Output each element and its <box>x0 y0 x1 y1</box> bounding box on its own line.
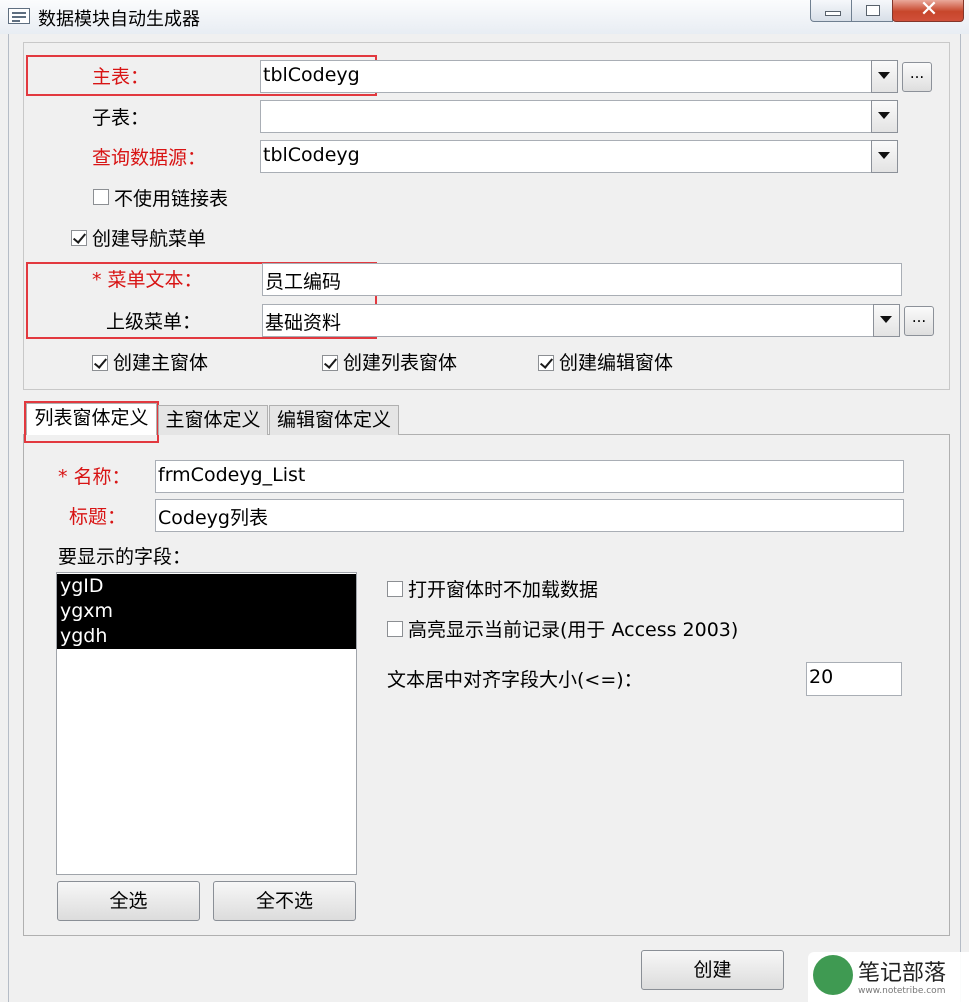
list-item[interactable]: ygID <box>57 574 356 599</box>
list-item[interactable]: ygxm <box>57 599 356 624</box>
select-none-button[interactable]: 全不选 <box>213 881 356 921</box>
highlight-record-label: 高亮显示当前记录(用于 Access 2003) <box>408 619 739 641</box>
pen-icon <box>813 955 853 995</box>
tab-edit-form[interactable]: 编辑窗体定义 <box>269 405 399 435</box>
highlight-list-tab <box>24 401 159 443</box>
parent-menu-label: 上级菜单： <box>106 311 202 333</box>
parent-menu-combo[interactable]: 基础资料 <box>262 304 874 337</box>
app-icon <box>8 8 30 24</box>
tab-main-form[interactable]: 主窗体定义 <box>158 405 268 435</box>
query-source-dropdown-icon[interactable] <box>871 140 898 173</box>
no-load-data-checkbox[interactable] <box>387 581 403 597</box>
main-table-label: 主表： <box>92 66 150 88</box>
minimize-button[interactable] <box>810 0 852 22</box>
close-icon: ✕ <box>919 0 939 22</box>
create-edit-form-checkbox[interactable] <box>538 355 554 371</box>
fields-label: 要显示的字段： <box>58 546 192 568</box>
create-button[interactable]: 创建 <box>641 950 784 990</box>
sub-table-label: 子表： <box>92 107 150 129</box>
parent-menu-dropdown-icon[interactable] <box>873 304 900 337</box>
minimize-icon <box>825 11 841 16</box>
list-item[interactable]: ygdh <box>57 624 356 649</box>
query-source-combo[interactable]: tblCodeyg <box>260 140 872 173</box>
form-caption-input[interactable]: Codeyg列表 <box>155 499 904 532</box>
form-caption-label: 标题： <box>69 506 127 528</box>
main-table-browse-button[interactable]: ... <box>902 62 932 92</box>
main-table-dropdown-icon[interactable] <box>871 60 898 93</box>
window-title: 数据模块自动生成器 <box>38 9 200 30</box>
no-link-table-label: 不使用链接表 <box>114 188 229 210</box>
create-main-form-label: 创建主窗体 <box>113 352 209 374</box>
sub-table-combo[interactable] <box>260 100 872 133</box>
create-edit-form-label: 创建编辑窗体 <box>559 352 674 374</box>
form-name-label: * 名称： <box>58 466 131 488</box>
create-list-form-checkbox[interactable] <box>322 355 338 371</box>
create-list-form-label: 创建列表窗体 <box>343 352 458 374</box>
watermark-text: 笔记部落 <box>858 961 947 986</box>
highlight-record-checkbox[interactable] <box>387 621 403 637</box>
menu-text-input[interactable]: 员工编码 <box>262 263 902 296</box>
center-align-label: 文本居中对齐字段大小(<=)： <box>387 669 643 691</box>
create-nav-menu-label: 创建导航菜单 <box>92 228 207 250</box>
field-listbox[interactable]: ygID ygxm ygdh <box>56 572 357 875</box>
sub-table-dropdown-icon[interactable] <box>871 100 898 133</box>
no-link-table-checkbox[interactable] <box>93 189 109 205</box>
create-nav-menu-checkbox[interactable] <box>71 230 87 246</box>
watermark-url: www.notetribe.com <box>858 986 946 996</box>
main-table-combo[interactable]: tblCodeyg <box>260 60 872 93</box>
center-align-input[interactable]: 20 <box>806 662 902 696</box>
menu-text-label: * 菜单文本： <box>92 269 203 291</box>
form-name-input[interactable]: frmCodeyg_List <box>155 460 904 493</box>
close-button[interactable]: ✕ <box>892 0 964 22</box>
create-main-form-checkbox[interactable] <box>92 355 108 371</box>
select-all-button[interactable]: 全选 <box>57 881 200 921</box>
no-load-data-label: 打开窗体时不加载数据 <box>408 579 599 601</box>
query-source-label: 查询数据源： <box>92 147 207 169</box>
maximize-button[interactable] <box>851 0 893 22</box>
parent-menu-browse-button[interactable]: ... <box>904 306 934 336</box>
maximize-icon <box>866 5 880 16</box>
